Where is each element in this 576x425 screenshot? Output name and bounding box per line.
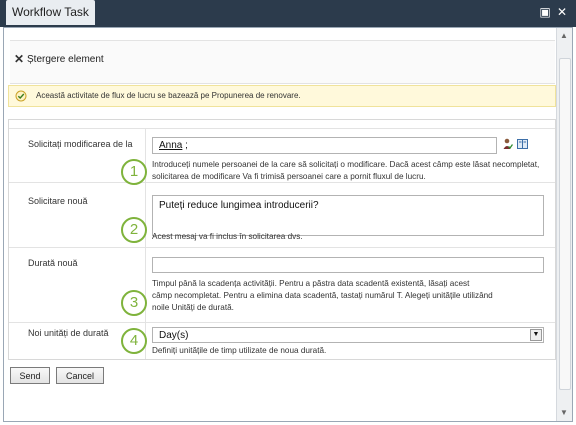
- request-from-description: Introduceți numele persoanei de la care …: [152, 160, 540, 181]
- send-button[interactable]: Send: [10, 367, 50, 384]
- close-icon[interactable]: ✕: [555, 5, 569, 19]
- step-number-2: 2: [121, 217, 147, 243]
- cancel-button[interactable]: Cancel: [56, 367, 104, 384]
- new-request-textarea[interactable]: Puteți reduce lungimea introducerii?: [152, 195, 544, 236]
- new-duration-label: Durată nouă: [28, 258, 78, 268]
- info-bar: Această activitate de flux de lucru se b…: [8, 85, 556, 107]
- step-number-3: 3: [121, 290, 147, 316]
- title-bar: Workflow Task ▣ ✕: [0, 0, 576, 27]
- scrollbar-thumb[interactable]: [559, 58, 571, 390]
- chevron-down-icon[interactable]: ▼: [530, 329, 542, 341]
- form-row-request-from: Solicitați modificarea de la Anna ; 1 In…: [9, 129, 555, 185]
- window-title: Workflow Task: [6, 0, 95, 25]
- ribbon: ✕ Ștergere element: [10, 40, 555, 84]
- new-request-description: Acest mesaj va fi inclus în solicitarea …: [152, 232, 303, 241]
- checkmark-icon: [15, 90, 27, 102]
- task-form: Solicitați modificarea de la Anna ; 1 In…: [8, 119, 556, 360]
- new-duration-input[interactable]: [152, 257, 544, 273]
- vertical-scrollbar[interactable]: ▲ ▼: [556, 28, 572, 421]
- form-row-new-request: Solicitare nouă Puteți reduce lungimea i…: [9, 183, 555, 248]
- scroll-up-icon[interactable]: ▲: [560, 32, 568, 40]
- form-row-new-duration: Durată nouă 3 Timpul până la scadența ac…: [9, 248, 555, 323]
- duration-units-description: Definiți unitățile de timp utilizate de …: [152, 346, 327, 355]
- address-book-icon[interactable]: [517, 139, 528, 149]
- new-duration-description: Timpul până la scadența activității. Pen…: [152, 279, 493, 312]
- step-number-4: 4: [121, 328, 147, 354]
- scroll-down-icon[interactable]: ▼: [560, 409, 568, 417]
- duration-units-select[interactable]: Day(s) ▼: [152, 327, 544, 343]
- x-icon[interactable]: ✕: [14, 52, 24, 66]
- new-request-label: Solicitare nouă: [28, 196, 88, 206]
- form-row-duration-units: Noi unități de durată Day(s) ▼ 4 Definiț…: [9, 323, 555, 359]
- person-name-link[interactable]: Anna: [159, 140, 182, 151]
- duration-units-label: Noi unități de durată: [28, 328, 109, 338]
- step-number-1: 1: [121, 159, 147, 185]
- maximize-icon[interactable]: ▣: [538, 5, 552, 19]
- request-from-label: Solicitați modificarea de la: [28, 139, 133, 149]
- request-from-input[interactable]: Anna ;: [152, 137, 497, 154]
- info-text: Această activitate de flux de lucru se b…: [36, 91, 301, 100]
- dialog-frame: ✕ Ștergere element Această activitate de…: [3, 27, 573, 422]
- delete-item-button[interactable]: Ștergere element: [27, 54, 104, 65]
- person-check-icon[interactable]: [503, 138, 513, 150]
